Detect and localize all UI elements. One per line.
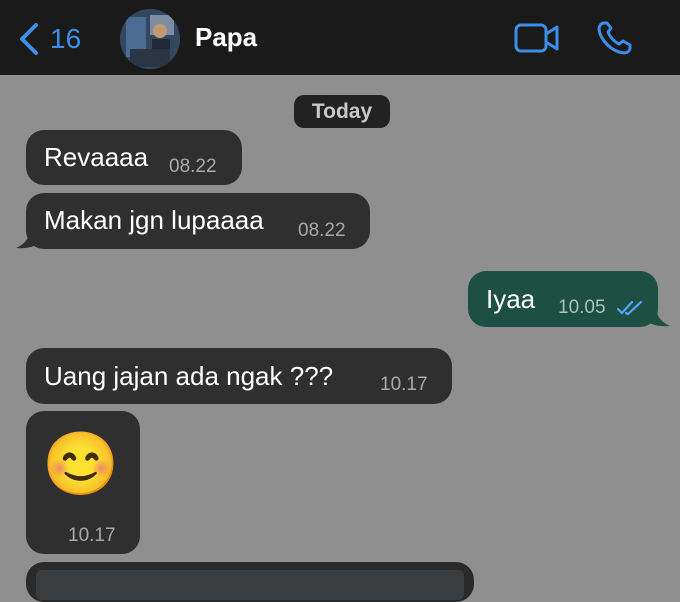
emoji-message: 😊 — [42, 430, 120, 499]
unread-count: 16 — [50, 23, 82, 54]
chat-header: 16 Papa — [0, 0, 680, 75]
phone-call-button[interactable] — [596, 20, 634, 60]
message-text: Makan jgn lupaaaa — [44, 205, 264, 235]
video-call-button[interactable] — [514, 22, 560, 58]
message-bubble-incoming[interactable]: 😊 10.17 — [26, 411, 140, 554]
phone-icon — [597, 21, 632, 55]
message-bubble-incoming[interactable]: Makan jgn lupaaaa 08.22 — [26, 193, 370, 249]
message-time: 08.22 — [169, 156, 217, 177]
date-divider: Today — [294, 95, 390, 128]
message-text: Iyaa — [486, 284, 536, 314]
avatar[interactable] — [120, 9, 180, 69]
back-button[interactable]: 16 — [18, 20, 81, 58]
media-thumbnail[interactable] — [36, 570, 464, 600]
message-text: Uang jajan ada ngak ??? — [44, 361, 334, 391]
media-message-bubble[interactable] — [26, 562, 474, 602]
message-text: Revaaaa — [44, 142, 149, 172]
avatar-image — [120, 9, 180, 69]
video-call-icon — [514, 23, 559, 53]
message-time: 10.17 — [380, 374, 428, 395]
message-bubble-outgoing[interactable]: Iyaa 10.05 — [468, 271, 658, 327]
message-time: 10.17 — [68, 525, 116, 546]
read-ticks-icon — [616, 300, 643, 316]
message-time: 10.05 — [558, 297, 606, 318]
back-chevron-icon — [20, 23, 38, 55]
message-bubble-incoming[interactable]: Revaaaa 08.22 — [26, 130, 242, 185]
contact-name[interactable]: Papa — [195, 22, 257, 53]
message-bubble-incoming[interactable]: Uang jajan ada ngak ??? 10.17 — [26, 348, 452, 404]
message-time: 08.22 — [298, 220, 346, 241]
